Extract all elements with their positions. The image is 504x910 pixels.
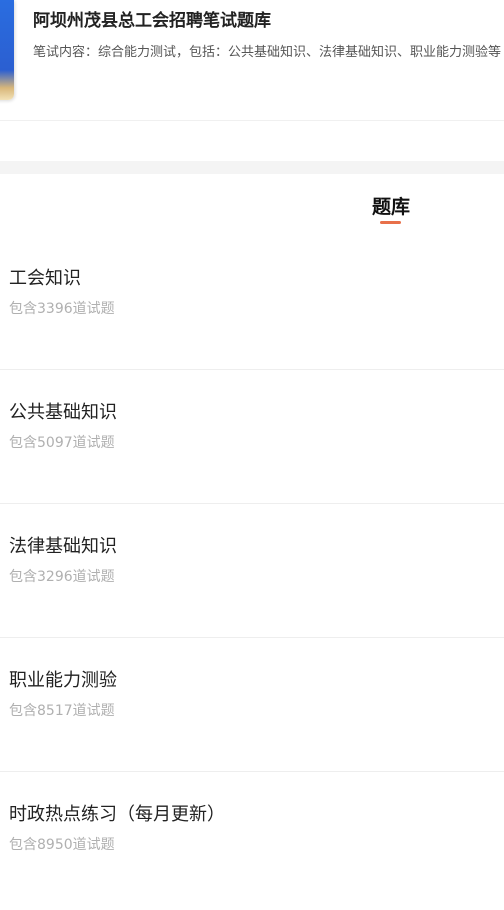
list-item-public-basics[interactable]: 公共基础知识 包含5097道试题	[0, 370, 504, 504]
list-item-count: 包含3296道试题	[9, 569, 115, 585]
list-item-title: 时政热点练习（每月更新）	[9, 804, 225, 825]
list-item-count: 包含3396道试题	[9, 301, 115, 317]
book-cover-image	[0, 0, 14, 100]
question-bank-list: 工会知识 包含3396道试题 公共基础知识 包含5097道试题 法律基础知识 包…	[0, 236, 504, 906]
product-description: 笔试内容：综合能力测试，包括：公共基础知识、法律基础知识、职业能力测验等	[33, 45, 502, 60]
list-item-title: 职业能力测验	[9, 670, 117, 691]
list-item-current-affairs[interactable]: 时政热点练习（每月更新） 包含8950道试题	[0, 772, 504, 906]
list-item-union-knowledge[interactable]: 工会知识 包含3396道试题	[0, 236, 504, 370]
list-item-title: 工会知识	[9, 268, 81, 289]
list-item-law-basics[interactable]: 法律基础知识 包含3296道试题	[0, 504, 504, 638]
list-item-title: 公共基础知识	[9, 402, 117, 423]
page: 阿坝州茂县总工会招聘笔试题库 笔试内容：综合能力测试，包括：公共基础知识、法律基…	[0, 0, 504, 910]
product-title: 阿坝州茂县总工会招聘笔试题库	[33, 11, 271, 31]
tab-bar: 题库	[0, 174, 504, 230]
product-header: 阿坝州茂县总工会招聘笔试题库 笔试内容：综合能力测试，包括：公共基础知识、法律基…	[0, 0, 504, 121]
section-divider	[0, 161, 504, 174]
tab-question-bank[interactable]: 题库	[362, 192, 420, 219]
active-tab-indicator	[380, 221, 401, 224]
list-item-count: 包含8517道试题	[9, 703, 115, 719]
list-item-count: 包含8950道试题	[9, 837, 115, 853]
list-item-title: 法律基础知识	[9, 536, 117, 557]
list-item-count: 包含5097道试题	[9, 435, 115, 451]
list-item-aptitude-test[interactable]: 职业能力测验 包含8517道试题	[0, 638, 504, 772]
